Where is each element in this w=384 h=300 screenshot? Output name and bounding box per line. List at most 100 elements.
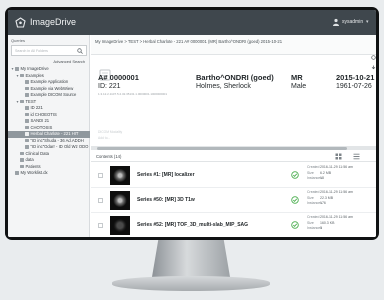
patient-name: Bartho^ONDRI (goed) (196, 73, 274, 82)
sidebar-header: Queries (11, 38, 26, 43)
folder-icon (25, 125, 29, 130)
check-circle-icon (291, 196, 299, 204)
folder-icon (25, 93, 29, 97)
scrollbar-thumb[interactable] (97, 146, 347, 150)
folder-icon (25, 112, 29, 117)
series-checkbox[interactable] (98, 223, 103, 228)
tree-item-label: Examples (25, 72, 44, 78)
monitor-stand-base (112, 276, 270, 291)
folder-icon (25, 132, 29, 136)
tree-item-label: Patients (25, 163, 41, 169)
sidebar: Queries Search in All Folders Advanced S… (8, 35, 90, 237)
study-uid: 1.3.12.2.1107.5.2.32.35131.1.0000001.100… (98, 92, 168, 96)
tree-item-label: "ID inc"Shuda - 36 Ad.ADDH (30, 137, 84, 143)
check-circle-icon (291, 221, 299, 229)
download-icon[interactable] (371, 65, 376, 70)
tree-item-label: TEST (25, 98, 37, 104)
series-meta: Created2016-11-29 11:56 am Size 6.2 MB Inst… (307, 165, 353, 182)
faint-label-2[interactable]: Add to... (98, 136, 110, 140)
search-placeholder: Search in All Folders (15, 49, 48, 53)
accession-number: A# 0000001 (98, 73, 139, 82)
series-thumbnail[interactable] (110, 191, 130, 210)
folder-icon (25, 138, 29, 143)
instances-value: 18 (320, 176, 324, 180)
refresh-icon[interactable] (371, 55, 376, 60)
folder-icon (25, 80, 29, 84)
folder-icon (25, 86, 29, 91)
mri-image (113, 169, 127, 182)
meta-label: Instances (307, 226, 322, 230)
folder-icon (25, 119, 29, 123)
folder-icon (20, 164, 24, 169)
tree-item-label: My ImageDrive (20, 66, 49, 71)
grid-view-icon[interactable] (335, 153, 342, 160)
series-checkbox[interactable] (98, 198, 103, 203)
faint-label-1: DICOM Modality (98, 130, 123, 134)
top-bar: ImageDrive sysadmin ▾ (8, 10, 376, 35)
meta-label: Instances (307, 176, 322, 180)
instances-value: 3 (320, 226, 322, 230)
tree-item-label: id CHOEOTIS (30, 111, 57, 117)
series-thumbnail[interactable] (110, 216, 130, 235)
monitor-bezel: ImageDrive sysadmin ▾ Queries Search in … (5, 7, 379, 240)
chevron-down-icon[interactable]: ▾ (366, 19, 369, 25)
user-icon[interactable] (332, 18, 340, 26)
advanced-search-link[interactable]: Advanced Search (53, 59, 85, 64)
tab-contents[interactable]: Contents (14) (96, 154, 121, 159)
tree-item-label: data (25, 157, 34, 162)
series-meta: Created2016-11-29 11:56 am Size 22.3 MB Ins… (307, 190, 353, 207)
series-toolbar: Contents (14) (91, 151, 376, 162)
user-menu[interactable]: sysadmin (342, 19, 363, 25)
main-panel: My ImageDrive > TEST > Herbal Charlote -… (91, 35, 376, 237)
series-row[interactable]: Series #1: [MR] localizer Created2016-11-… (91, 163, 376, 188)
patient-alias: Holmes, Sherlock (196, 83, 251, 90)
horizontal-scrollbar[interactable] (91, 146, 376, 150)
screen: ImageDrive sysadmin ▾ Queries Search in … (8, 10, 376, 237)
breadcrumb[interactable]: My ImageDrive > TEST > Herbal Charlote -… (95, 39, 282, 44)
tree-item-label: SANDI 21 (30, 118, 50, 123)
patient-sex: Male (291, 83, 307, 90)
tree-item[interactable]: My Worklist.dx (8, 170, 90, 177)
imagedrive-logo-icon (15, 17, 26, 28)
right-edge-toolbar (371, 35, 376, 237)
size-value: 160.3 KB (320, 220, 335, 225)
series-thumbnail[interactable] (110, 166, 130, 185)
folder-tree: ▾ My ImageDrive ▾ Examples Example Applicati… (8, 66, 90, 177)
series-checkbox[interactable] (98, 173, 103, 178)
series-name[interactable]: Series #1: [MR] localizer (137, 172, 195, 178)
folder-icon (25, 145, 29, 149)
meta-label: Instances (307, 201, 322, 205)
series-meta: Created2016-11-29 11:56 am Size 160.3 KB In… (307, 215, 353, 232)
series-name[interactable]: Series #52: [MR] TOF_3D_multi-slab_MIP_S… (137, 222, 248, 228)
list-view-icon[interactable] (353, 153, 360, 160)
check-circle-icon (291, 171, 299, 179)
mri-image (113, 219, 127, 232)
tree-item-label: My Worklist.dx (20, 170, 48, 175)
created-value: 2016-11-29 11:56 am (320, 190, 353, 194)
mri-image (113, 194, 127, 207)
search-icon[interactable] (77, 48, 83, 54)
tree-item-label: ID 221 (30, 105, 43, 110)
monitor-stand-neck (152, 240, 230, 277)
size-value: 22.3 MB (320, 195, 334, 200)
folder-icon (15, 67, 19, 71)
modality: MR (291, 73, 303, 82)
breadcrumb-bar: My ImageDrive > TEST > Herbal Charlote -… (91, 35, 376, 55)
instances-value: 176 (320, 201, 326, 205)
folder-icon (25, 106, 29, 110)
series-row[interactable]: Series #52: [MR] TOF_3D_multi-slab_MIP_S… (91, 213, 376, 237)
tree-item-label: Herbal Charlote - 221 HIT (30, 131, 79, 136)
birth-date: 1961-07-26 (336, 83, 372, 90)
app-title: ImageDrive (30, 17, 77, 27)
folder-icon (20, 151, 24, 156)
series-row[interactable]: Series #50: [MR] 3D T1w Created2016-11-29… (91, 188, 376, 213)
folder-icon (20, 158, 24, 162)
created-value: 2016-11-29 11:56 am (320, 165, 353, 169)
patient-id: ID: 221 (98, 83, 121, 90)
size-value: 6.2 MB (320, 170, 332, 175)
sidebar-search-input[interactable]: Search in All Folders (11, 45, 87, 56)
study-date: 2015-10-21 (336, 73, 375, 82)
tree-item-label: CHOTOSIS (30, 124, 53, 130)
created-value: 2016-11-29 11:56 am (320, 215, 353, 219)
series-name[interactable]: Series #50: [MR] 3D T1w (137, 197, 195, 203)
